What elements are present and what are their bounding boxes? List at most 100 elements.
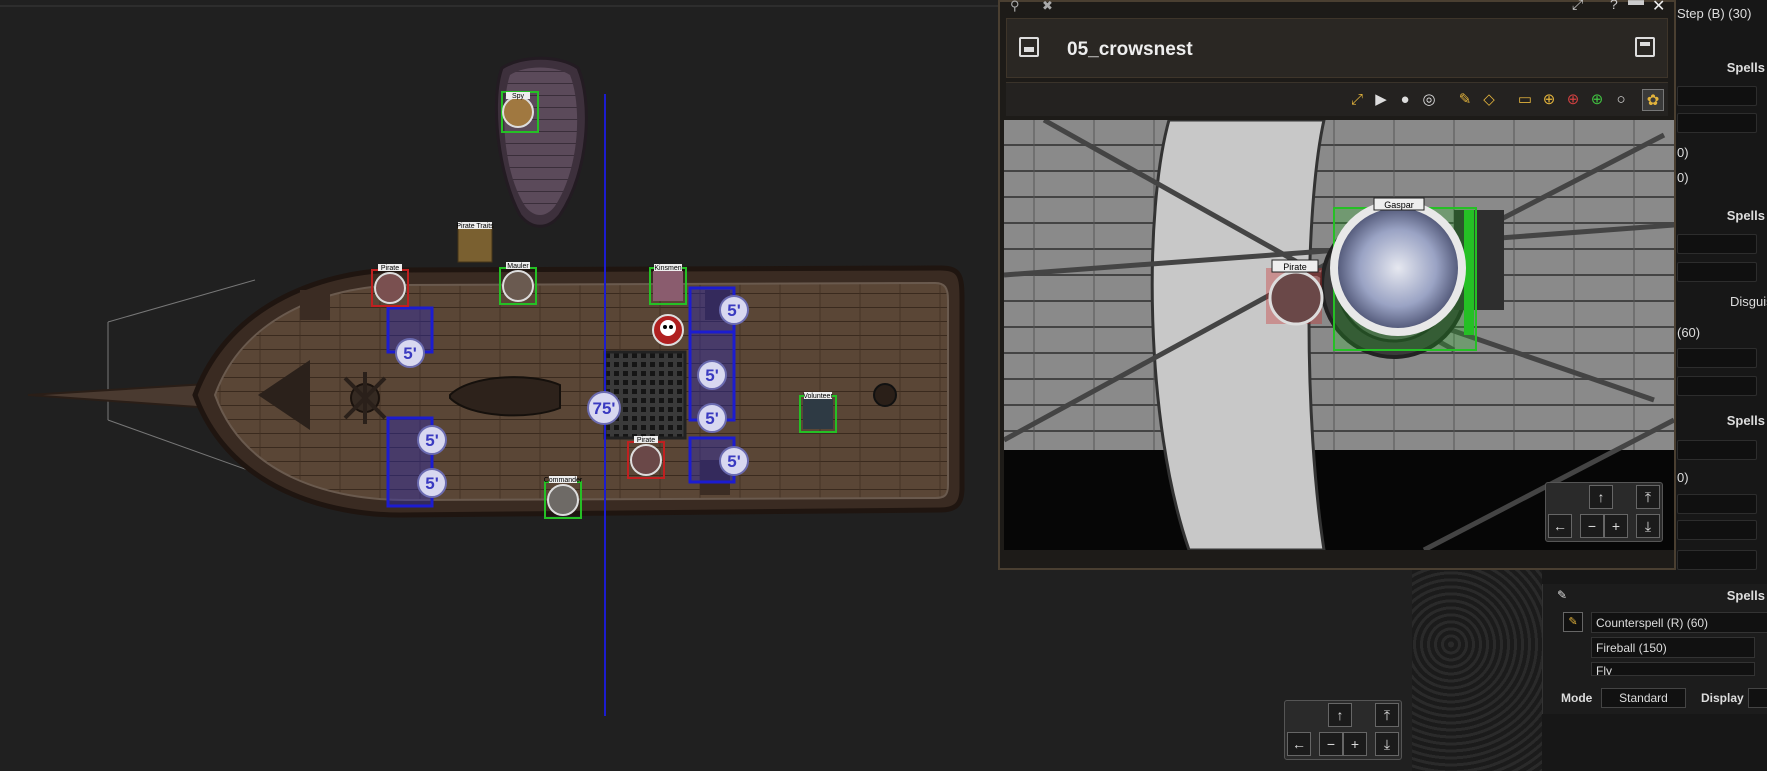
popup-zoom-control: ↑ ⤒ ← − + ⤓ [1545,482,1663,542]
skull-icon [652,314,684,346]
measure-badge: 75' [587,391,621,425]
zoom-bottom-button[interactable]: ⤓ [1375,732,1399,756]
link-icon[interactable]: ✿ [1642,89,1664,111]
template-badge: 5' [395,338,425,368]
sheet-field[interactable] [1677,234,1757,254]
svg-text:5': 5' [425,474,439,493]
sheet-value-fragment: (60) [1677,325,1701,340]
image-icon [1019,37,1039,57]
note-icon[interactable]: ▭ [1514,89,1536,111]
sheet-value-fragment: 0) [1677,470,1689,485]
target-icon[interactable]: ◎ [1418,89,1440,111]
step-label: Step (B) (30) [1677,6,1752,21]
sheet-field[interactable] [1677,113,1757,133]
sheet-field[interactable] [1677,262,1757,282]
svg-text:5': 5' [705,366,719,385]
image-popup-window: ⚲ ✖ ⤢ ? ▬ ✕ 05_crowsnest ⤢ ▶ ● ◎ ✎ ◇ ▭ ⊕… [998,0,1676,570]
popup-title: 05_crowsnest [1067,39,1193,60]
vtt-workspace: 5' 5' 5' 5' 5' 5' 5' 75' Pirate Mauler P… [0,0,1767,771]
spell-cast-button[interactable]: ✎ [1563,612,1583,632]
sheet-value-fragment: 0) [1677,170,1689,185]
template-badge: 5' [719,446,749,476]
popup-titlebar: 05_crowsnest [1006,18,1668,78]
svg-text:Pirate: Pirate [637,437,655,444]
zoom-in-button[interactable]: + [1343,732,1367,756]
template-badge: 5' [417,425,447,455]
popup-topbar: ⚲ ✖ ⤢ ? ▬ ✕ [1000,0,1674,16]
zoom-bottom-button[interactable]: ⤓ [1636,514,1660,538]
svg-text:Pirate: Pirate [381,265,399,272]
svg-text:Gaspar: Gaspar [1384,200,1414,210]
svg-text:Pirate: Pirate [1283,262,1307,272]
token-icon[interactable]: ● [1394,89,1416,111]
grab-icon[interactable]: ⚲ [1010,0,1020,14]
circle-icon[interactable]: ○ [1610,89,1632,111]
fullscreen-icon[interactable]: ⤢ [1346,89,1368,111]
svg-text:Commander: Commander [544,477,583,484]
pin-icon[interactable]: ⊕ [1562,89,1584,111]
token[interactable]: Pirate Traits [456,222,494,263]
sheet-field[interactable] [1677,494,1757,514]
close-icon[interactable]: ✕ [1652,0,1665,16]
wand-icon: ✎ [1557,588,1568,602]
popout-icon[interactable] [1635,37,1655,57]
sheet-field[interactable] [1677,440,1757,460]
sheet-field[interactable] [1677,520,1757,540]
pencil-icon[interactable]: ✎ [1454,89,1476,111]
disguise-label: Disguis [1730,294,1767,309]
close-icon[interactable]: ✖ [1042,0,1053,14]
sheet-field[interactable] [1677,348,1757,368]
pan-up-button[interactable]: ↑ [1589,485,1613,509]
token[interactable]: Kinsmen [649,264,687,305]
pan-up-button[interactable]: ↑ [1328,703,1352,727]
display-select[interactable] [1748,688,1767,708]
mode-select[interactable]: Standard [1601,688,1686,708]
display-label: Display [1701,691,1744,705]
zoom-in-button[interactable]: + [1604,514,1628,538]
zoom-top-button[interactable]: ⤒ [1375,703,1399,727]
svg-text:5': 5' [425,431,439,450]
pin-icon[interactable]: ⊕ [1586,89,1608,111]
spells-header: Spells [1726,588,1765,603]
zoom-top-button[interactable]: ⤒ [1636,485,1660,509]
svg-text:5': 5' [727,452,741,471]
token[interactable]: Volunteer [799,392,837,433]
svg-text:Spy: Spy [512,93,525,100]
pan-left-button[interactable]: ← [1548,514,1572,538]
spell-fireball[interactable]: Fireball (150) [1591,637,1755,658]
zoom-out-button[interactable]: − [1580,514,1604,538]
pirate-token[interactable]: Pirate [1266,259,1324,326]
sheet-field[interactable] [1677,376,1757,396]
svg-text:5': 5' [727,301,741,320]
spell-counterspell[interactable]: Counterspell (R) (60) [1591,612,1767,633]
minimize-icon[interactable]: ▬ [1628,0,1644,10]
sheet-decor [1412,560,1542,771]
template-badge: 5' [417,468,447,498]
zoom-out-button[interactable]: − [1319,732,1343,756]
spell-list-panel: ✎ Spells ✎ Counterspell (R) (60) Firebal… [1542,584,1767,714]
camera-icon[interactable]: ▶ [1370,89,1392,111]
sheet-value-fragment: 0) [1677,145,1689,160]
map-zoom-control: ↑ ⤒ ← − + ⤓ [1284,700,1402,760]
sail [1150,120,1326,550]
expand-icon[interactable]: ⤢ [1572,0,1583,13]
popup-toolbar: ⤢ ▶ ● ◎ ✎ ◇ ▭ ⊕ ⊕ ⊕ ○ ✿ [1006,82,1668,116]
crosshair-icon[interactable]: ⊕ [1538,89,1560,111]
help-icon[interactable]: ? [1610,0,1618,12]
template-badge: 5' [719,295,749,325]
svg-text:5': 5' [705,409,719,428]
rowboat [494,56,588,228]
spell-fly[interactable]: Fly [1591,662,1755,676]
svg-text:Volunteer: Volunteer [803,393,833,400]
gaspar-token[interactable]: Gaspar [1330,197,1477,351]
pan-left-button[interactable]: ← [1287,732,1311,756]
svg-text:75': 75' [593,399,616,418]
eraser-icon[interactable]: ◇ [1478,89,1500,111]
template-badge: 5' [697,360,727,390]
svg-text:5': 5' [403,344,417,363]
svg-text:Kinsmen: Kinsmen [654,265,681,272]
svg-text:Mauler: Mauler [507,263,529,270]
template-badge: 5' [697,403,727,433]
sheet-field[interactable] [1677,550,1757,570]
sheet-field[interactable] [1677,86,1757,106]
